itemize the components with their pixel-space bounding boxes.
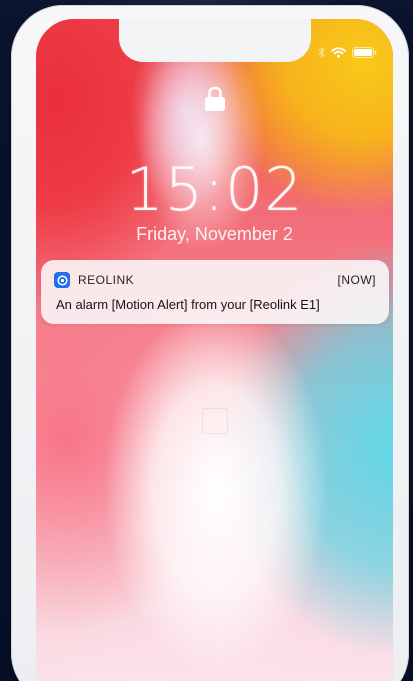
clock-time: 15:02 <box>125 155 304 225</box>
notification-card[interactable]: REOLINK [NOW] An alarm [Motion Alert] fr… <box>41 260 389 324</box>
camera-notch <box>118 19 311 62</box>
notification-header: REOLINK [NOW] <box>54 271 376 289</box>
notification-time: [NOW] <box>337 273 376 287</box>
reolink-app-icon <box>54 272 70 288</box>
notification-app-name: REOLINK <box>78 273 135 287</box>
wallpaper-highlight <box>36 19 393 681</box>
wifi-icon <box>331 47 346 58</box>
page-background: 15:02 Friday, November 2 REOLINK [NOW] A… <box>0 0 413 681</box>
lock-screen: 15:02 Friday, November 2 <box>36 19 393 681</box>
battery-icon <box>352 47 377 58</box>
lock-icon <box>204 86 226 112</box>
clock-date: Friday, November 2 <box>136 224 293 244</box>
bluetooth-icon <box>318 47 325 58</box>
notification-message: An alarm [Motion Alert] from your [Reoli… <box>56 297 320 312</box>
phone-frame: 15:02 Friday, November 2 <box>11 5 409 681</box>
status-bar <box>318 47 377 58</box>
faint-square-artifact <box>202 408 228 434</box>
